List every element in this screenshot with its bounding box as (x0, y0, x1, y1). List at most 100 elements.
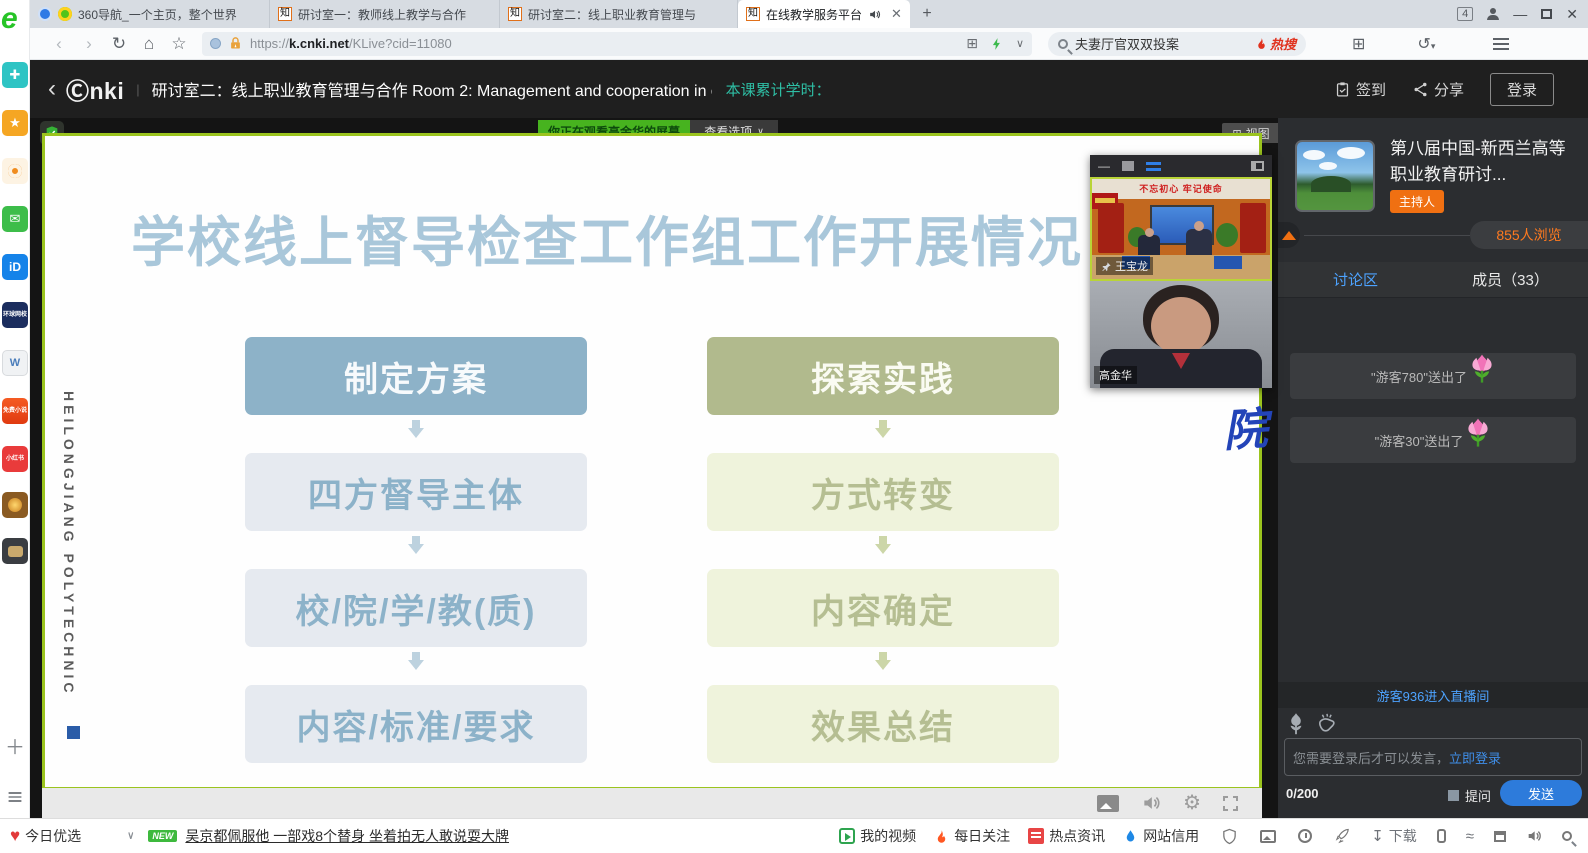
download-button[interactable]: ↧下载 (1371, 826, 1417, 846)
history-clock-icon[interactable] (1298, 829, 1312, 843)
menu-icon[interactable] (1493, 38, 1509, 50)
slide-title: 学校线上督导检查工作组工作开展情况 (131, 198, 1083, 277)
reader-mode-icon[interactable] (210, 38, 221, 49)
snapshot-icon[interactable] (1097, 795, 1119, 812)
url-text[interactable]: https://k.cnki.net/KLive?cid=11080 (250, 36, 452, 51)
sidebar-toggle-icon[interactable] (1437, 829, 1446, 843)
daily-picks-button[interactable]: ♥今日优选 (10, 826, 81, 846)
home-icon[interactable]: ⌂ (134, 34, 164, 54)
window-close-button[interactable]: ✕ (1566, 6, 1578, 23)
fullscreen-icon[interactable] (1223, 796, 1238, 811)
tab-label: 在线教学服务平台 (766, 6, 862, 23)
sidebar-game1-icon[interactable] (2, 492, 28, 518)
live-thumbnail[interactable] (1295, 140, 1375, 212)
login-button[interactable]: 登录 (1490, 73, 1554, 106)
sidebar-edu-icon[interactable]: 环球网校 (2, 302, 28, 328)
send-button[interactable]: 发送 (1500, 780, 1582, 806)
windows-icon[interactable] (1494, 831, 1506, 842)
sidebar-game2-icon[interactable] (2, 538, 28, 564)
tab-discussion[interactable]: 讨论区 (1278, 262, 1433, 298)
tab-audio-icon[interactable] (868, 8, 881, 21)
back-icon[interactable]: ‹ (44, 34, 74, 54)
hot-news-button[interactable]: 热点资讯 (1028, 826, 1105, 846)
tab-360-nav[interactable]: 360导航_一个主页，整个世界 (30, 0, 270, 28)
flow-box: 四方督导主体 (245, 453, 587, 531)
room-banner: 不忘初心 牢记使命 (1092, 179, 1270, 199)
tab-room1[interactable]: 知 研讨室一：教师线上教学与合作 (270, 0, 500, 28)
ask-question-toggle[interactable]: 提问 (1448, 786, 1491, 805)
share-button[interactable]: 分享 (1412, 79, 1464, 100)
sign-in-button[interactable]: 签到 (1334, 79, 1386, 100)
sidebar-novel-icon[interactable]: 免费小说 (2, 398, 28, 424)
flow-arrow-icon (875, 420, 891, 438)
sidebar-id-icon[interactable]: iD (2, 254, 28, 280)
flow-box: 制定方案 (245, 337, 587, 415)
daily-follow-button[interactable]: 每日关注 (934, 826, 1010, 846)
extensions-grid-icon[interactable]: ⊞ (966, 35, 978, 52)
applause-icon[interactable] (1316, 712, 1338, 734)
favicon-cnki: 知 (508, 7, 522, 21)
sidebar-weibo-icon[interactable] (2, 158, 28, 184)
webcam-window[interactable]: — 不忘初心 牢记使命 王宝龙 高金华 (1090, 155, 1272, 388)
room-poster (1240, 203, 1266, 253)
shield-icon[interactable] (1221, 828, 1238, 845)
tab-members[interactable]: 成员（33） (1433, 262, 1588, 298)
cam-name-label: 王宝龙 (1096, 257, 1153, 275)
ask-checkbox[interactable] (1448, 790, 1459, 801)
sidebar-favorites-icon[interactable]: ★ (2, 110, 28, 136)
sweep-icon[interactable]: ≈ (1466, 828, 1474, 845)
cam-layout-icon[interactable] (1251, 161, 1264, 171)
hot-search-label[interactable]: 热搜 (1270, 34, 1296, 53)
address-bar[interactable]: https://k.cnki.net/KLive?cid=11080 ⊞ ∨ (202, 32, 1032, 56)
speed-boost-icon[interactable] (990, 37, 1004, 51)
favicon-cnki: 知 (746, 7, 760, 21)
cam-minimize-icon[interactable]: — (1098, 159, 1110, 173)
chat-input[interactable]: 您需要登录后才可以发言，立即登录 (1284, 738, 1582, 776)
settings-gear-icon[interactable]: ⚙ (1183, 793, 1201, 813)
site-credit-button[interactable]: 网站信用 (1123, 826, 1199, 846)
back-chevron-icon[interactable]: ‹ (48, 75, 56, 103)
apps-grid-icon[interactable]: ⊞ (1352, 34, 1365, 54)
room-poster (1098, 203, 1124, 253)
sidebar-nav-icon[interactable]: ✚ (2, 62, 28, 88)
volume-icon[interactable] (1141, 793, 1161, 813)
undo-icon[interactable]: ↺▾ (1417, 34, 1435, 54)
flow-box: 效果总结 (707, 685, 1059, 763)
search-box[interactable]: 夫妻厅官双双投案 热搜 (1048, 32, 1306, 56)
sound-icon[interactable] (1526, 828, 1542, 844)
my-videos-button[interactable]: 我的视频 (839, 826, 916, 846)
tab-room2[interactable]: 知 研讨室二：线上职业教育管理与 (500, 0, 738, 28)
url-dropdown-icon[interactable]: ∨ (1016, 37, 1024, 50)
taskbar-search-icon[interactable] (1562, 831, 1572, 841)
sidebar-list-icon[interactable] (2, 784, 28, 810)
tab-online-teaching[interactable]: 知 在线教学服务平台 ✕ (738, 0, 910, 28)
new-tab-button[interactable]: + (910, 0, 944, 28)
cam-restore-icon[interactable] (1122, 161, 1134, 171)
sidebar-add-icon[interactable]: ＋ (2, 732, 28, 758)
user-icon[interactable] (1487, 8, 1499, 20)
login-now-link[interactable]: 立即登录 (1449, 751, 1501, 766)
search-text[interactable]: 夫妻厅官双双投案 (1075, 34, 1179, 53)
forward-icon[interactable]: › (74, 34, 104, 54)
cam-menu-icon[interactable] (1146, 162, 1161, 171)
sidebar-doc-icon[interactable]: W (2, 350, 28, 376)
flow-arrow-icon (875, 536, 891, 554)
bookmark-star-icon[interactable]: ☆ (164, 34, 194, 54)
flow-box: 校/院/学/教(质) (245, 569, 587, 647)
kcnki-header: ‹ Ⓒnki | 研讨室二：线上职业教育管理与合作 Room 2: Manage… (30, 60, 1588, 118)
tab-close-icon[interactable]: ✕ (891, 6, 902, 22)
headline-link[interactable]: 吴京都佩服他 一部戏8个替身 坐着拍无人敢说耍大牌 (185, 826, 509, 846)
sidebar-mail-icon[interactable]: ✉ (2, 206, 28, 232)
screenshot-icon[interactable] (1260, 830, 1276, 843)
ssl-warning-lock-icon[interactable] (228, 36, 243, 51)
send-flower-icon[interactable] (1286, 712, 1306, 736)
window-minimize-button[interactable]: — (1513, 6, 1527, 22)
tab-count-badge[interactable]: 4 (1457, 7, 1473, 21)
reload-icon[interactable]: ↻ (104, 34, 134, 54)
window-maximize-button[interactable] (1541, 9, 1552, 19)
sidebar-xiaohongshu-icon[interactable]: 小红书 (2, 446, 28, 472)
expand-chevrons-icon[interactable]: ∨∨ (127, 833, 134, 839)
slide-watermark: HEILONGJIANG POLYTECHNIC (61, 391, 77, 751)
collapse-arrow[interactable] (1278, 222, 1300, 248)
boost-rocket-icon[interactable] (1334, 828, 1351, 845)
